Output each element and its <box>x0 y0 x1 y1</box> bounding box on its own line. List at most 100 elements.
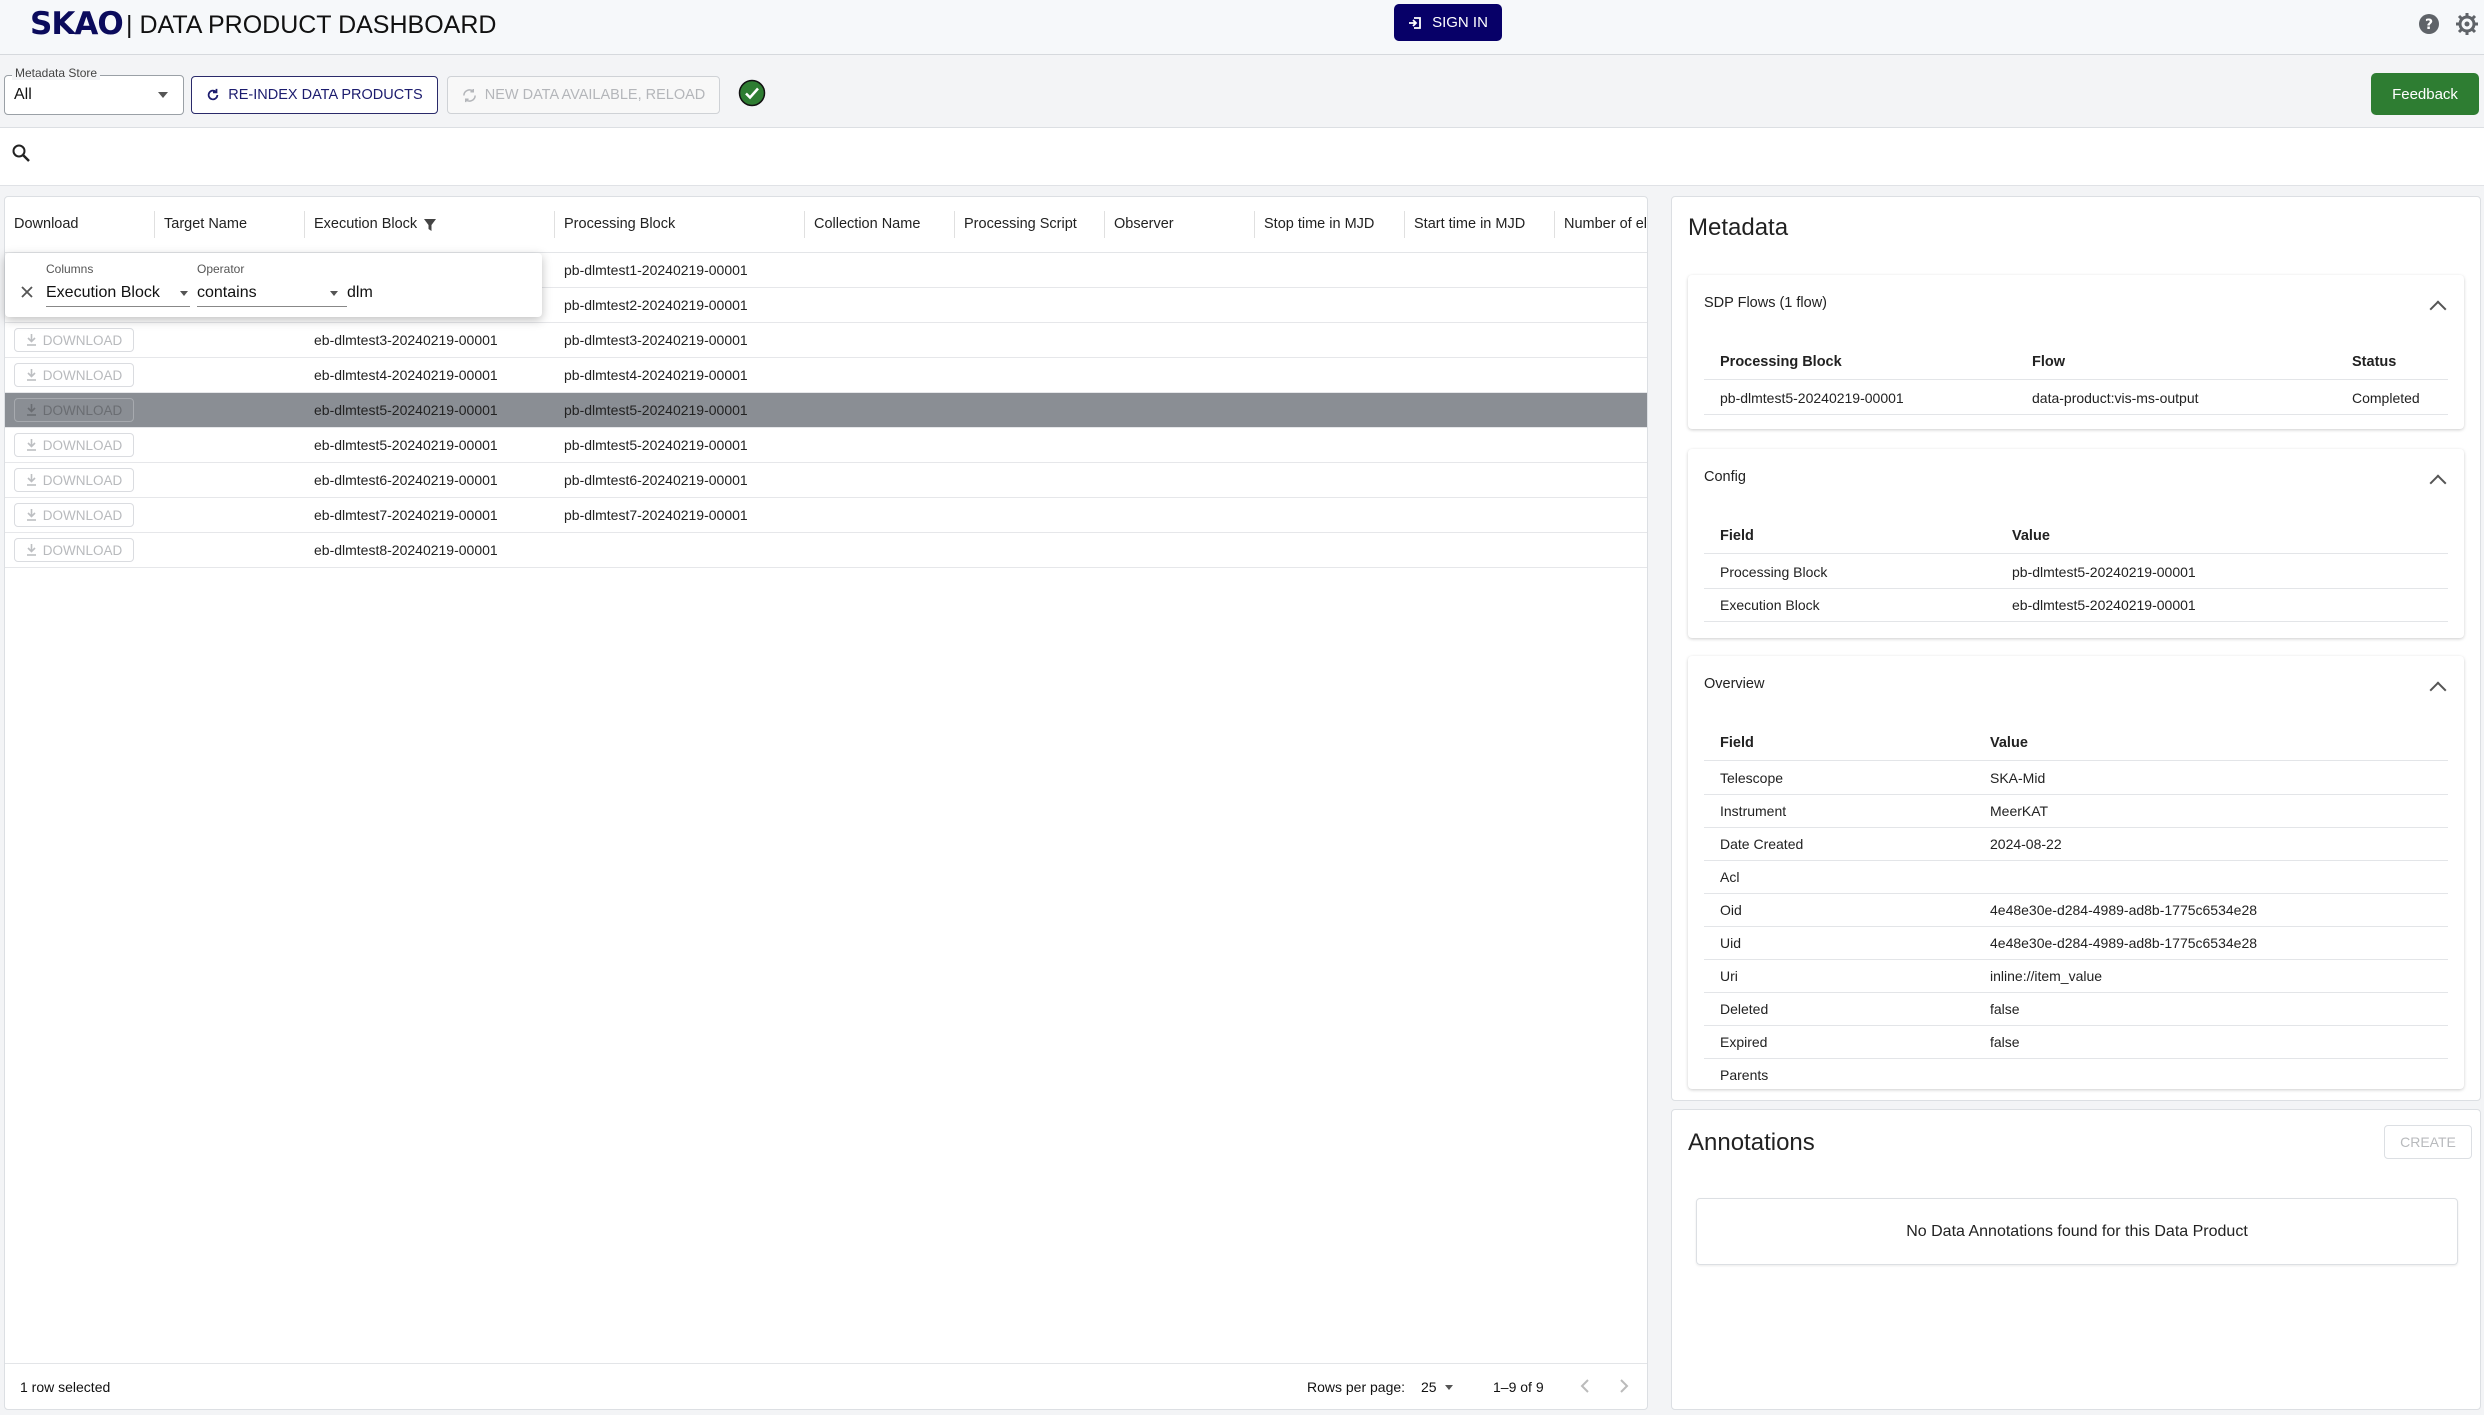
overview-field: Deleted <box>1720 1001 1769 1017</box>
download-button[interactable]: DOWNLOAD <box>14 328 134 352</box>
help-icon[interactable]: ? <box>2417 12 2441 36</box>
rows-per-page-label: Rows per page: <box>1307 1379 1406 1395</box>
column-header-processing-script[interactable]: Processing Script <box>955 197 1104 252</box>
divider <box>1704 959 2448 960</box>
overview-value: 4e48e30e-d284-4989-ad8b-1775c6534e28 <box>1990 902 2258 918</box>
table-header: Value <box>2012 528 2050 544</box>
metadata-store-label: Metadata Store <box>12 66 101 80</box>
metadata-panel: Metadata SDP Flows (1 flow) Processing B… <box>1671 196 2481 1101</box>
config-accordion: Config Field Value Processing Block pb-d… <box>1688 449 2464 638</box>
annotations-title: Annotations <box>1688 1129 1815 1156</box>
feedback-button[interactable]: Feedback <box>2371 73 2479 115</box>
column-header-start-time[interactable]: Start time in MJD <box>1405 197 1554 252</box>
overview-field: Oid <box>1720 902 1742 918</box>
download-icon <box>26 404 36 416</box>
filter-columns-select[interactable]: Execution Block <box>46 280 190 307</box>
column-header-observer[interactable]: Observer <box>1105 197 1254 252</box>
column-header-target-name[interactable]: Target Name <box>155 197 304 252</box>
page-title: | DATA PRODUCT DASHBOARD <box>126 11 497 39</box>
overview-field: Uid <box>1720 935 1742 951</box>
remove-filter-close-icon[interactable] <box>21 286 33 298</box>
column-header-collection-name[interactable]: Collection Name <box>805 197 954 252</box>
overview-value: inline://item_value <box>1990 968 2103 984</box>
download-label: DOWNLOAD <box>42 437 123 453</box>
download-button[interactable]: DOWNLOAD <box>14 433 134 457</box>
download-button[interactable]: DOWNLOAD <box>14 503 134 527</box>
grid-footer: 1 row selected Rows per page: 25 1–9 of … <box>5 1363 1647 1410</box>
settings-gear-icon[interactable] <box>2455 12 2479 36</box>
table-row[interactable]: DOWNLOAD eb-dlmtest6-20240219-00001 pb-dlm… <box>5 463 1647 498</box>
cell-processing-block: pb-dlmtest6-20240219-00001 <box>564 472 748 488</box>
divider <box>1704 827 2448 828</box>
config-title[interactable]: Config <box>1704 469 1746 485</box>
cell-processing-block: pb-dlmtest5-20240219-00001 <box>564 402 748 418</box>
filter-operator-select[interactable]: contains <box>197 280 347 307</box>
sdp-flows-accordion: SDP Flows (1 flow) Processing Block Flow… <box>1688 275 2464 429</box>
next-page-icon[interactable] <box>1617 1378 1631 1394</box>
download-button[interactable]: DOWNLOAD <box>14 398 134 422</box>
metadata-store-value: All <box>14 86 32 103</box>
cell-processing-block: pb-dlmtest2-20240219-00001 <box>564 297 748 313</box>
reindex-button[interactable]: RE-INDEX DATA PRODUCTS <box>191 76 438 114</box>
overview-field: Instrument <box>1720 803 1787 819</box>
column-header-processing-block[interactable]: Processing Block <box>555 197 804 252</box>
annotations-panel: Annotations CREATE No Data Annotations f… <box>1671 1109 2481 1410</box>
overview-field: Parents <box>1720 1067 1769 1083</box>
column-header-stop-time[interactable]: Stop time in MJD <box>1255 197 1404 252</box>
download-label: DOWNLOAD <box>42 367 123 383</box>
cell-execution-block: eb-dlmtest3-20240219-00001 <box>314 332 498 348</box>
table-cell: data-product:vis-ms-output <box>2032 390 2199 406</box>
divider <box>1704 379 2448 380</box>
skao-logo[interactable]: SKAO <box>30 6 124 42</box>
divider <box>1704 553 2448 554</box>
filter-operator-label: Operator <box>197 262 245 276</box>
reload-new-data-button[interactable]: NEW DATA AVAILABLE, RELOAD <box>447 76 720 114</box>
selected-row-count: 1 row selected <box>20 1379 111 1395</box>
table-cell: pb-dlmtest5-20240219-00001 <box>1720 390 1904 406</box>
table-row[interactable]: DOWNLOAD eb-dlmtest5-20240219-00001 pb-dlm… <box>5 428 1647 463</box>
download-button[interactable]: DOWNLOAD <box>14 468 134 492</box>
overview-field: Date Created <box>1720 836 1804 852</box>
table-row[interactable]: DOWNLOAD eb-dlmtest3-20240219-00001 pb-dlm… <box>5 323 1647 358</box>
download-button[interactable]: DOWNLOAD <box>14 363 134 387</box>
filter-value-input[interactable]: dlm <box>347 280 527 306</box>
overview-title[interactable]: Overview <box>1704 676 1764 692</box>
download-label: DOWNLOAD <box>42 507 123 523</box>
refresh-icon <box>208 88 219 101</box>
login-icon <box>1409 16 1421 29</box>
overview-value: 4e48e30e-d284-4989-ad8b-1775c6534e28 <box>1990 935 2258 951</box>
download-label: DOWNLOAD <box>42 542 123 558</box>
previous-page-icon[interactable] <box>1578 1378 1592 1394</box>
cell-execution-block: eb-dlmtest4-20240219-00001 <box>314 367 498 383</box>
download-icon <box>26 509 36 521</box>
status-ok-icon <box>738 79 766 107</box>
table-header: Field <box>1720 528 1754 544</box>
sign-in-button[interactable]: SIGN IN <box>1394 4 1502 41</box>
table-row[interactable]: DOWNLOAD eb-dlmtest7-20240219-00001 pb-dlm… <box>5 498 1647 533</box>
sign-in-label: SIGN IN <box>1432 14 1488 31</box>
column-header-download[interactable]: Download <box>5 197 154 252</box>
app-header: SKAO | DATA PRODUCT DASHBOARD SIGN IN ? <box>0 0 2484 55</box>
table-row[interactable]: DOWNLOAD eb-dlmtest5-20240219-00001 pb-dlm… <box>5 393 1647 428</box>
table-cell: Completed <box>2352 390 2420 406</box>
sdp-flows-title[interactable]: SDP Flows (1 flow) <box>1704 295 1827 311</box>
table-header: Value <box>1990 735 2028 751</box>
column-header-number-of-elements[interactable]: Number of el <box>1555 197 1647 252</box>
filter-active-icon[interactable] <box>423 218 437 232</box>
cell-processing-block: pb-dlmtest5-20240219-00001 <box>564 437 748 453</box>
collapse-chevron-icon[interactable] <box>2429 300 2447 318</box>
rows-per-page-select[interactable]: 25 <box>1421 1379 1437 1395</box>
create-annotation-button[interactable]: CREATE <box>2384 1125 2472 1159</box>
empty-annotations-message: No Data Annotations found for this Data … <box>1696 1198 2458 1265</box>
divider <box>1704 893 2448 894</box>
download-button[interactable]: DOWNLOAD <box>14 538 134 562</box>
collapse-chevron-icon[interactable] <box>2429 681 2447 699</box>
collapse-chevron-icon[interactable] <box>2429 474 2447 492</box>
download-label: DOWNLOAD <box>42 402 123 418</box>
search-bar[interactable] <box>0 128 2484 186</box>
filter-columns-label: Columns <box>46 262 94 276</box>
download-icon <box>26 334 36 346</box>
table-row[interactable]: DOWNLOAD eb-dlmtest4-20240219-00001 pb-dlm… <box>5 358 1647 393</box>
table-row[interactable]: DOWNLOAD eb-dlmtest8-20240219-00001 <box>5 533 1647 568</box>
dropdown-caret-icon <box>158 92 168 98</box>
